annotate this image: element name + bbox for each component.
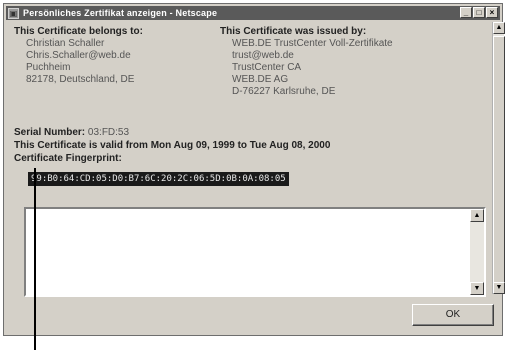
issuer-section: This Certificate was issued by: WEB.DE T… — [220, 26, 393, 98]
details-textarea[interactable]: ▲ ▼ — [24, 207, 486, 297]
issuer-address: D-76227 Karlsruhe, DE — [232, 86, 336, 97]
issuer-ca: TrustCenter CA — [232, 62, 302, 73]
scroll-up-icon[interactable]: ▲ — [470, 209, 484, 222]
serial-label: Serial Number: — [14, 127, 86, 138]
validity-text: This Certificate is valid from Mon Aug 0… — [14, 140, 331, 151]
serial-number: Serial Number: 03:FD:53 — [14, 127, 129, 138]
issuer-email: trust@web.de — [232, 50, 294, 61]
callout-line — [34, 168, 36, 350]
belongs-heading: This Certificate belongs to: — [14, 26, 143, 37]
window-title: Persönliches Zertifikat anzeigen - Netsc… — [23, 8, 218, 18]
fingerprint-value[interactable]: 99:B0:64:CD:05:D0:B7:6C:20:2C:06:5D:0B:0… — [28, 172, 289, 186]
minimize-button[interactable]: _ — [460, 7, 472, 18]
close-button[interactable]: × — [486, 7, 498, 18]
subject-section: This Certificate belongs to: Christian S… — [14, 26, 143, 86]
certificate-window: ▣ Persönliches Zertifikat anzeigen - Net… — [3, 3, 505, 336]
subject-email: Chris.Schaller@web.de — [26, 50, 131, 61]
issuer-org: WEB.DE AG — [232, 74, 289, 85]
issuer-name: WEB.DE TrustCenter Voll-Zertifikate — [232, 38, 393, 49]
textarea-scrollbar[interactable]: ▲ ▼ — [470, 209, 484, 295]
scroll-down-icon[interactable]: ▼ — [493, 282, 505, 294]
serial-value: 03:FD:53 — [87, 127, 130, 138]
subject-name: Christian Schaller — [26, 38, 105, 49]
maximize-button[interactable]: □ — [473, 7, 485, 18]
issued-heading: This Certificate was issued by: — [220, 26, 367, 37]
fingerprint-label: Certificate Fingerprint: — [14, 153, 122, 164]
subject-city: Puchheim — [26, 62, 71, 73]
subject-country: 82178, Deutschland, DE — [26, 74, 135, 85]
title-bar[interactable]: ▣ Persönliches Zertifikat anzeigen - Net… — [6, 6, 500, 20]
scroll-thumb[interactable] — [493, 36, 505, 291]
scroll-down-icon[interactable]: ▼ — [470, 282, 484, 295]
ok-button[interactable]: OK — [412, 304, 494, 326]
window-scrollbar[interactable]: ▲ ▼ — [492, 22, 505, 294]
scroll-up-icon[interactable]: ▲ — [493, 22, 505, 34]
certificate-icon: ▣ — [8, 7, 19, 19]
